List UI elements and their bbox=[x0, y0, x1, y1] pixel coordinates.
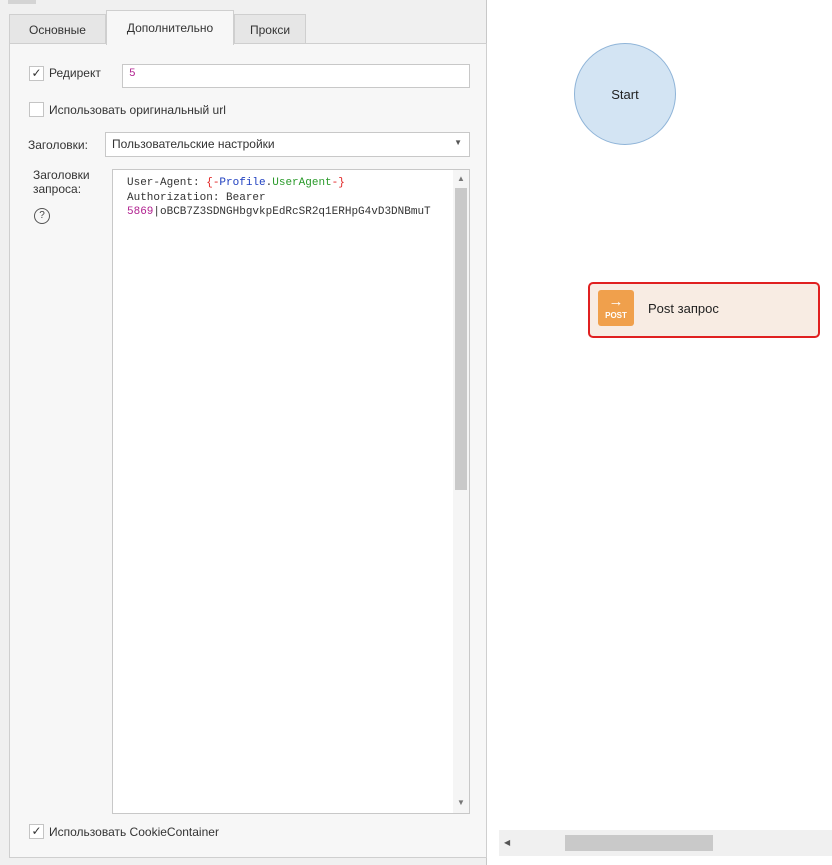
code-token: {- bbox=[206, 177, 220, 189]
request-headers-label-line1: Заголовки bbox=[33, 168, 90, 182]
cookie-container-checkbox[interactable]: ✓ bbox=[29, 824, 44, 839]
request-headers-editor[interactable]: User-Agent: {-Profile.UserAgent-} Authori… bbox=[112, 169, 470, 814]
code-line: User-Agent: {-Profile.UserAgent-} bbox=[127, 176, 447, 191]
original-url-checkbox[interactable] bbox=[29, 102, 44, 117]
tab-main[interactable]: Основные bbox=[9, 14, 106, 44]
headers-select-value: Пользовательские настройки bbox=[112, 137, 275, 151]
post-icon-text: POST bbox=[605, 311, 627, 320]
request-headers-label: Заголовки запроса: bbox=[33, 168, 90, 196]
help-icon[interactable]: ? bbox=[34, 208, 50, 224]
code-line: Authorization: Bearer bbox=[127, 191, 447, 206]
code-token: |oBCB7Z3SDNGHbgvkpEdRcSR2q1ERHpG4vD3DNBm… bbox=[153, 206, 431, 218]
start-node[interactable]: Start bbox=[574, 43, 676, 145]
post-request-node[interactable]: → POST Post запрос bbox=[588, 282, 820, 338]
editor-scroll-thumb[interactable] bbox=[455, 188, 467, 490]
original-url-label: Использовать оригинальный url bbox=[49, 103, 226, 117]
headers-label: Заголовки: bbox=[28, 138, 88, 152]
tab-proxy[interactable]: Прокси bbox=[234, 14, 306, 44]
request-headers-label-line2: запроса: bbox=[33, 182, 82, 196]
scroll-left-icon[interactable]: ◀ bbox=[504, 838, 510, 847]
workflow-canvas[interactable]: Start → POST Post запрос ◀ bbox=[487, 0, 832, 865]
tab-content: ✓ Редирект 5 Использовать оригинальный u… bbox=[9, 43, 487, 858]
start-node-label: Start bbox=[611, 86, 639, 102]
settings-panel: Основные Дополнительно Прокси ✓ Редирект… bbox=[0, 0, 487, 865]
chevron-down-icon: ▼ bbox=[454, 138, 462, 147]
code-token: User-Agent: bbox=[127, 177, 207, 189]
code-token: 5869 bbox=[127, 206, 154, 218]
post-icon: → POST bbox=[598, 290, 634, 326]
request-headers-code: User-Agent: {-Profile.UserAgent-} Authori… bbox=[127, 176, 447, 220]
scroll-up-icon[interactable]: ▲ bbox=[453, 174, 469, 183]
tab-additional[interactable]: Дополнительно bbox=[106, 10, 234, 45]
code-token: Profile bbox=[219, 177, 266, 189]
arrow-right-icon: → bbox=[608, 293, 624, 310]
editor-vertical-scrollbar[interactable]: ▲ ▼ bbox=[453, 170, 469, 813]
headers-select[interactable]: Пользовательские настройки ▼ bbox=[105, 132, 470, 157]
code-token: -} bbox=[331, 177, 345, 189]
code-line: 5869|oBCB7Z3SDNGHbgvkpEdRcSR2q1ERHpG4vD3… bbox=[127, 205, 447, 220]
code-token: Authorization: Bearer bbox=[127, 191, 266, 204]
scroll-down-icon[interactable]: ▼ bbox=[453, 798, 469, 807]
canvas-scroll-thumb[interactable] bbox=[565, 835, 713, 851]
code-token: UserAgent bbox=[272, 177, 332, 189]
redirect-checkbox[interactable]: ✓ bbox=[29, 66, 44, 81]
redirect-label: Редирект bbox=[49, 66, 101, 80]
post-node-label: Post запрос bbox=[648, 301, 719, 316]
canvas-horizontal-scrollbar[interactable]: ◀ bbox=[499, 830, 832, 856]
panel-top-stub bbox=[8, 0, 36, 4]
redirect-input[interactable]: 5 bbox=[122, 64, 470, 88]
cookie-container-label: Использовать CookieContainer bbox=[49, 825, 219, 839]
